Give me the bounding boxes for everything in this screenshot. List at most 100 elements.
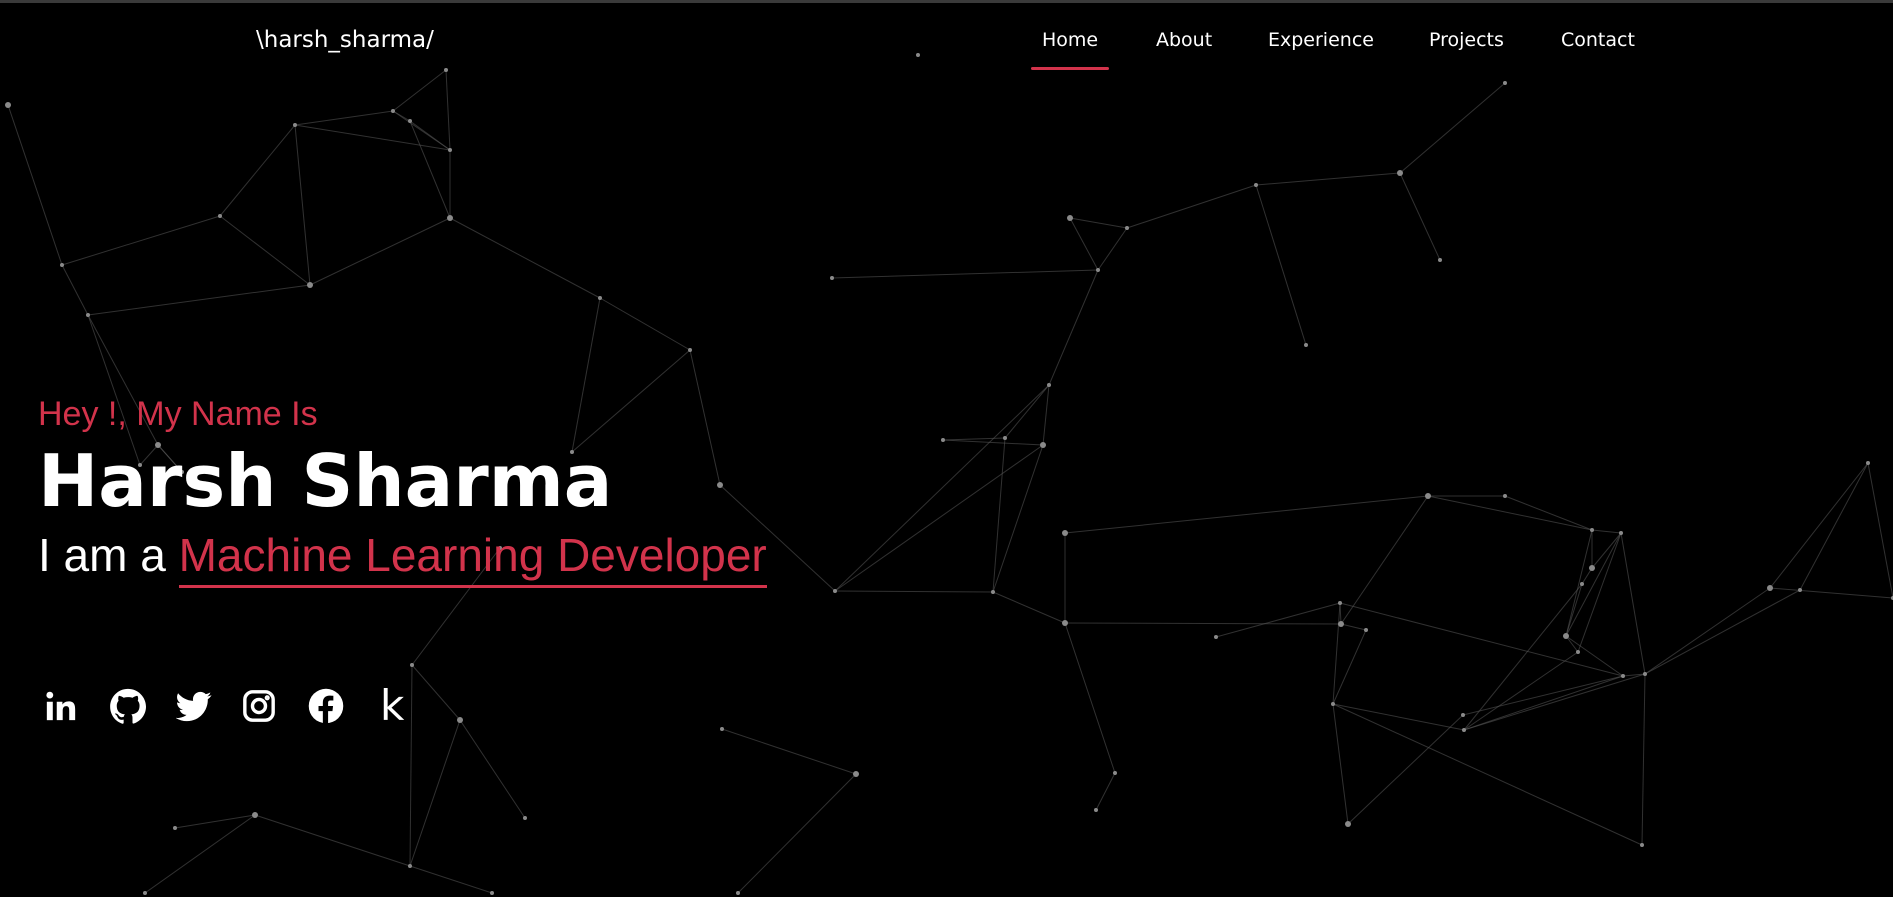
twitter-icon — [176, 691, 212, 722]
network-node — [720, 727, 724, 731]
facebook-link[interactable] — [308, 684, 374, 728]
network-edge — [1097, 227, 1128, 271]
network-edge — [1042, 384, 1050, 446]
network-node — [86, 313, 90, 317]
network-edge — [1620, 532, 1646, 675]
hero-role: I am a Machine Learning Developer — [38, 522, 767, 588]
network-node — [1094, 808, 1098, 812]
network-node — [1338, 601, 1342, 605]
hero-greeting: Hey !, My Name Is — [38, 395, 318, 433]
network-edge — [219, 215, 311, 286]
linkedin-link[interactable] — [44, 684, 110, 728]
network-node — [830, 276, 834, 280]
network-edge — [254, 814, 411, 867]
network-edge — [1504, 495, 1593, 531]
social-links: k — [44, 684, 440, 728]
nav-experience[interactable]: Experience — [1268, 29, 1374, 69]
network-edge — [294, 110, 394, 126]
network-node — [598, 296, 602, 300]
network-edge — [392, 69, 447, 112]
network-node — [1438, 258, 1442, 262]
network-node — [218, 214, 222, 218]
network-edge — [831, 269, 1099, 279]
network-node — [1563, 633, 1569, 639]
network-node — [410, 663, 414, 667]
network-node — [1576, 650, 1580, 654]
network-node — [1503, 81, 1507, 85]
network-edge — [1427, 495, 1593, 531]
network-edge — [1347, 714, 1464, 825]
network-node — [1643, 672, 1647, 676]
linkedin-icon — [46, 691, 76, 721]
hero-section: Hey !, My Name Is Harsh Sharma I am a Ma… — [38, 388, 767, 588]
network-node — [853, 771, 859, 777]
nav-about[interactable]: About — [1156, 29, 1212, 69]
network-edge — [1064, 495, 1429, 534]
twitter-link[interactable] — [176, 684, 242, 728]
network-edge — [1399, 172, 1441, 261]
navbar: \harsh_sharma/ Home About Experience Pro… — [0, 3, 1893, 75]
network-edge — [1565, 635, 1579, 653]
network-node — [1040, 442, 1046, 448]
kaggle-icon: k — [380, 681, 405, 730]
network-node — [60, 263, 64, 267]
facebook-icon — [308, 688, 344, 724]
network-edge — [219, 124, 296, 217]
network-edge — [174, 814, 256, 829]
network-node — [1062, 530, 1068, 536]
network-node — [1397, 170, 1403, 176]
network-edge — [1565, 529, 1593, 637]
network-edge — [409, 865, 493, 894]
network-node — [1047, 383, 1051, 387]
network-edge — [1399, 82, 1506, 174]
network-node — [1589, 565, 1595, 571]
nav-contact[interactable]: Contact — [1561, 29, 1635, 69]
network-edge — [834, 384, 1050, 592]
network-edge — [1064, 622, 1342, 625]
nav-home[interactable]: Home — [1030, 29, 1110, 70]
network-node — [457, 717, 463, 723]
network-edge — [1332, 602, 1341, 705]
network-edge — [1126, 184, 1257, 229]
network-edge — [1095, 772, 1116, 811]
network-node — [1345, 821, 1351, 827]
network-node — [448, 148, 452, 152]
network-edge — [459, 719, 526, 819]
network-node — [1425, 493, 1431, 499]
nav-projects[interactable]: Projects — [1429, 29, 1504, 69]
network-node — [1462, 728, 1466, 732]
network-edge — [992, 591, 1066, 624]
network-edge — [1463, 673, 1646, 731]
network-edge — [445, 69, 451, 151]
network-node — [408, 119, 412, 123]
network-node — [1214, 635, 1218, 639]
network-node — [1254, 183, 1258, 187]
network-edge — [1255, 184, 1307, 346]
network-node — [1067, 215, 1073, 221]
network-node — [1125, 226, 1129, 230]
network-node — [688, 348, 692, 352]
network-node — [1003, 436, 1007, 440]
network-edge — [1340, 495, 1429, 625]
network-edge — [1255, 172, 1401, 186]
network-node — [941, 438, 945, 442]
kaggle-link[interactable]: k — [374, 684, 440, 728]
network-edge — [61, 264, 89, 316]
network-node — [1866, 461, 1870, 465]
site-logo[interactable]: \harsh_sharma/ — [256, 27, 434, 53]
network-node — [1364, 628, 1368, 632]
network-edge — [1069, 217, 1099, 271]
network-edge — [1340, 623, 1367, 631]
github-link[interactable] — [110, 684, 176, 728]
network-edge — [7, 104, 63, 266]
network-edge — [1004, 384, 1050, 439]
network-edge — [1332, 703, 1643, 846]
network-edge — [599, 297, 691, 351]
network-edge — [1463, 675, 1624, 731]
network-node — [1767, 585, 1773, 591]
network-edge — [992, 444, 1044, 593]
network-edge — [1565, 532, 1622, 637]
network-node — [736, 891, 740, 895]
instagram-link[interactable] — [242, 684, 308, 728]
network-edge — [1048, 269, 1099, 386]
